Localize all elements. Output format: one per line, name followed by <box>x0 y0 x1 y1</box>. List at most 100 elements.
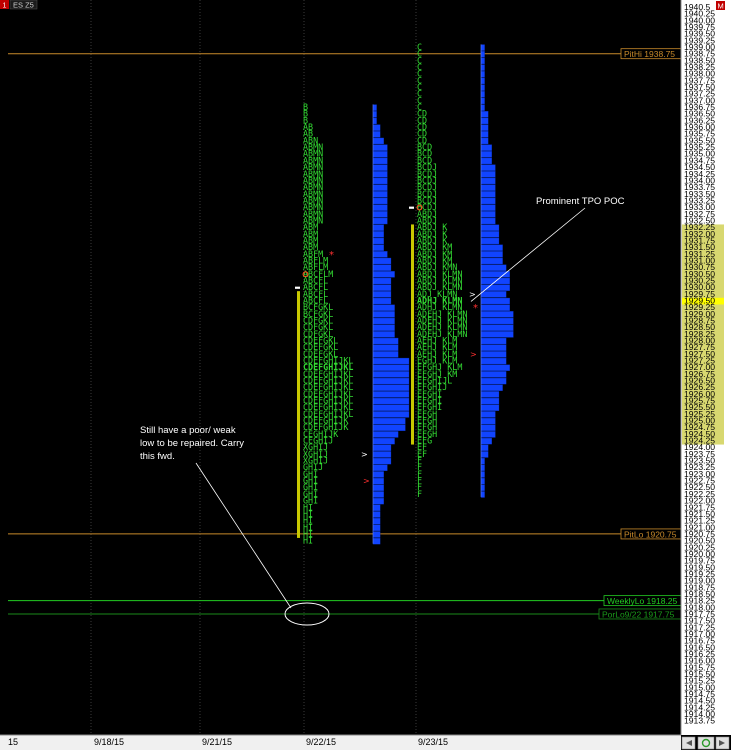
level-label-pit: PitHi 1938.75 <box>624 49 675 59</box>
refresh-button[interactable] <box>697 736 715 750</box>
volume-bar <box>480 471 485 478</box>
volume-bar <box>480 364 510 371</box>
volume-bar <box>480 451 489 458</box>
volume-bar <box>372 291 392 298</box>
volume-bar <box>480 424 496 431</box>
tpo-chart[interactable]: PitHi 1938.75 PitLo 1920.75 WeeklyLo 1918.… <box>0 0 731 750</box>
volume-bar <box>480 191 496 198</box>
volume-bar <box>480 211 496 218</box>
volume-bar <box>372 437 395 445</box>
volume-bar <box>480 484 485 491</box>
volume-bar <box>480 444 489 451</box>
volume-bar <box>480 384 503 391</box>
volume-bar <box>480 371 507 378</box>
volume-bar <box>372 191 388 198</box>
volume-bar <box>372 204 388 211</box>
volume-bar <box>372 124 381 131</box>
annotation-line-1: Still have a poor/ weak <box>140 425 236 436</box>
star-marker: * <box>473 303 478 314</box>
volume-bar <box>372 337 399 345</box>
arrow-marker: > <box>469 290 476 299</box>
volume-bar <box>372 511 381 518</box>
volume-bar <box>480 231 500 238</box>
volume-bar <box>372 197 388 205</box>
volume-bar <box>372 497 384 505</box>
volume-bar <box>480 331 514 338</box>
volume-bar <box>372 424 406 431</box>
volume-bar <box>372 284 392 291</box>
volume-bar <box>480 111 489 118</box>
open-marker <box>295 286 300 289</box>
volume-bar <box>372 244 384 251</box>
volume-bar <box>480 477 485 485</box>
volume-bar <box>480 144 492 151</box>
volume-bar <box>372 257 392 265</box>
date-tick-label: 9/18/15 <box>94 737 124 747</box>
annotation-line-2: low to be repaired. Carry <box>140 438 244 449</box>
volume-bar <box>480 177 496 185</box>
volume-bar <box>372 171 388 178</box>
volume-bar <box>480 51 485 58</box>
star-marker: * <box>329 250 334 261</box>
volume-bar <box>372 157 388 165</box>
volume-bar <box>372 311 395 318</box>
volume-bar <box>372 471 384 478</box>
volume-bar <box>372 491 384 498</box>
volume-bar <box>480 91 485 98</box>
volume-bar <box>372 431 399 438</box>
volume-bar <box>480 204 496 211</box>
volume-bar <box>480 337 507 345</box>
volume-bar <box>372 371 410 378</box>
date-axis[interactable]: 15 9/18/15 9/21/15 9/22/15 9/23/15 <box>0 734 681 750</box>
volume-bar <box>372 344 399 351</box>
volume-bar <box>372 137 384 145</box>
volume-bar <box>372 377 410 385</box>
volume-bar <box>372 277 392 285</box>
volume-bar <box>480 77 485 85</box>
level-label-weekly: WeeklyLo 1918.25 <box>607 596 678 606</box>
volume-bar <box>480 237 500 245</box>
date-tick-label: 9/22/15 <box>306 737 336 747</box>
volume-bar <box>372 237 384 245</box>
volume-bar <box>480 131 489 138</box>
volume-bar <box>372 324 395 331</box>
volume-bar <box>480 344 507 351</box>
volume-bar <box>480 391 500 398</box>
volume-bar <box>372 271 395 278</box>
volume-bar <box>372 504 381 511</box>
volume-bar <box>372 231 384 238</box>
value-area-bar <box>411 224 414 445</box>
volume-bar <box>480 217 496 225</box>
annotation-line-3: this fwd. <box>140 451 175 462</box>
volume-bar <box>372 451 392 458</box>
price-tick-label: 1913.75 <box>684 716 715 726</box>
badge-right-text: M <box>718 2 724 11</box>
value-area-bar <box>297 291 300 538</box>
volume-bar <box>480 411 496 418</box>
volume-bar <box>480 311 514 318</box>
arrow-marker-red: > <box>363 477 370 486</box>
volume-bar <box>372 211 388 218</box>
volume-bar <box>372 524 381 532</box>
volume-bar <box>372 351 399 358</box>
volume-bar <box>372 397 410 405</box>
price-axis[interactable]: 1940.51940.251940.001939.751939.501939.2… <box>680 0 731 735</box>
volume-bar <box>480 244 503 251</box>
volume-bar <box>372 131 381 138</box>
volume-bar <box>372 104 377 111</box>
volume-bar <box>372 331 395 338</box>
volume-bar <box>372 264 392 271</box>
tpo-row: HI <box>303 536 313 546</box>
volume-bar <box>372 464 388 471</box>
volume-bar <box>480 417 496 425</box>
volume-bar <box>372 164 388 171</box>
volume-bar <box>372 111 377 118</box>
volume-bar <box>480 297 510 305</box>
open-marker <box>409 206 414 209</box>
volume-bar <box>372 477 384 485</box>
volume-bar <box>480 397 500 405</box>
volume-bar <box>372 384 410 391</box>
volume-bar <box>372 224 384 231</box>
volume-bar <box>372 404 410 411</box>
volume-bar <box>480 304 510 311</box>
